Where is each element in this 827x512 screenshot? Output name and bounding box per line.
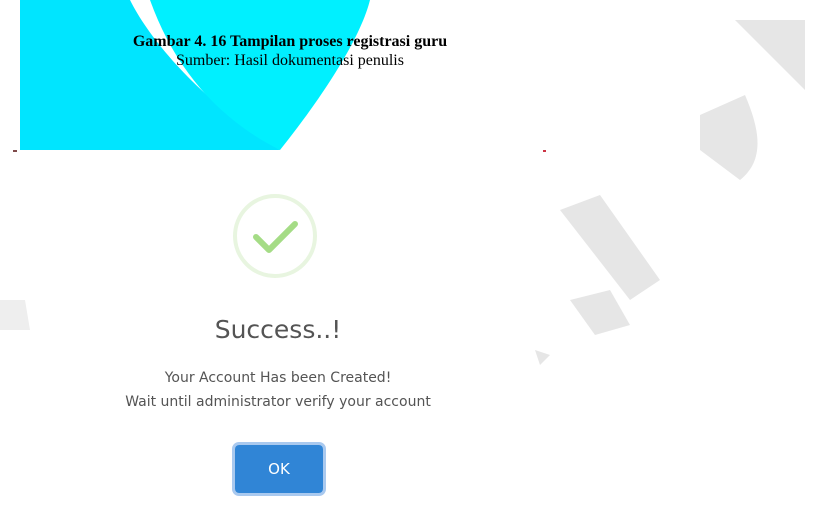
caption-title: Gambar 4. 16 Tampilan proses registrasi … [132,33,448,50]
figure-caption: Gambar 4. 16 Tampilan proses registrasi … [0,32,580,70]
dialog-message-line2: Wait until administrator verify your acc… [125,394,431,410]
ok-button-label: OK [235,445,323,493]
page: Gambar 4. 16 Tampilan proses registrasi … [0,0,827,512]
success-dialog: Success..! Your Account Has been Created… [12,152,544,512]
ok-button[interactable]: OK [232,442,326,496]
dialog-title: Success..! [214,315,342,344]
dialog-message-line1: Your Account Has been Created! [164,370,392,386]
caption-source: Sumber: Hasil dokumentasi penulis [176,52,404,69]
success-check-icon [233,194,317,278]
